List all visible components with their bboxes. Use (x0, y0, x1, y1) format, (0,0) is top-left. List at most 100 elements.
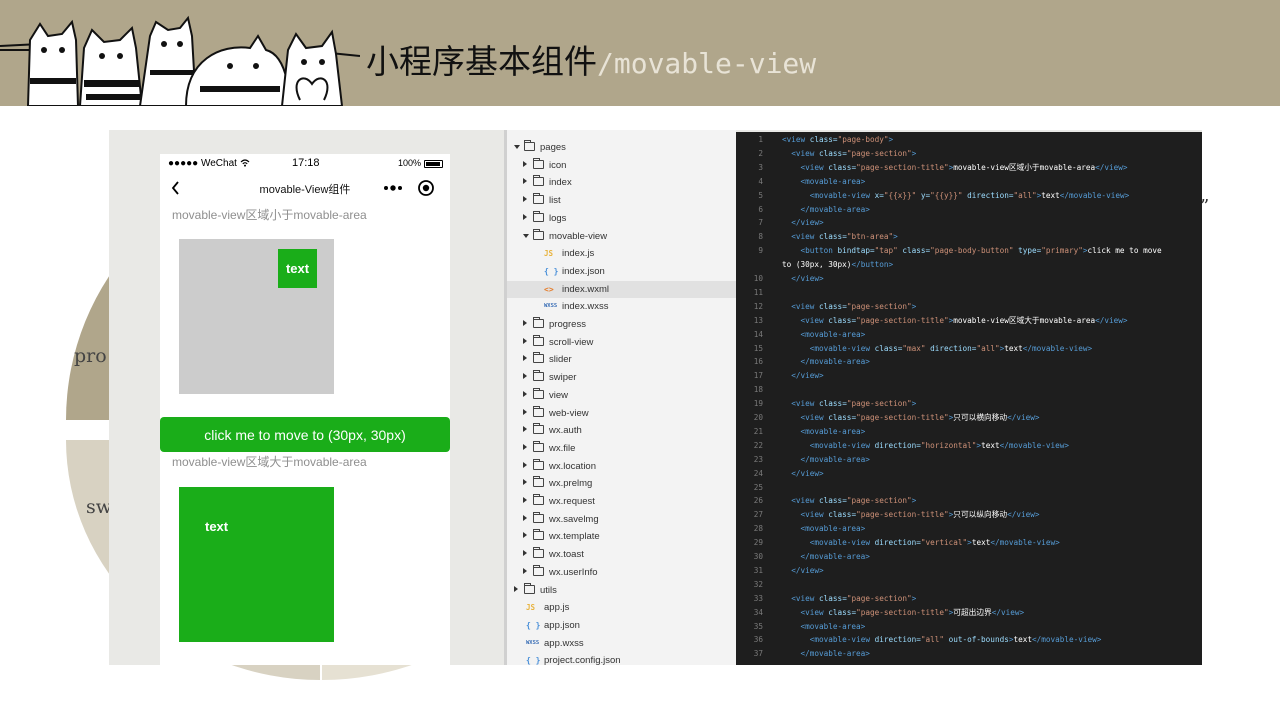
file-tree-item[interactable]: utils (507, 582, 736, 599)
chevron-right-icon[interactable] (523, 390, 527, 397)
code-token: text (981, 440, 1000, 450)
chevron-right-icon[interactable] (523, 443, 527, 450)
code-line: 24 </view> (736, 467, 1202, 481)
file-tree-item[interactable]: wx.location (507, 458, 736, 475)
folder-icon (533, 405, 544, 417)
chevron-right-icon[interactable] (523, 514, 527, 521)
code-token: </view> (1007, 510, 1040, 520)
code-token: class= (828, 413, 857, 422)
slide-header: 小程序基本组件/movable-view (0, 0, 1280, 106)
code-token: "page-section" (846, 496, 912, 506)
file-tree-item[interactable]: wx.file (507, 440, 736, 457)
code-line: 13 <view class="page-section-title">mova… (736, 314, 1202, 328)
chevron-right-icon[interactable] (523, 550, 527, 557)
line-number: 6 (758, 204, 763, 214)
chevron-right-icon[interactable] (523, 160, 527, 167)
code-token: </view> (791, 371, 824, 381)
code-token: out-of-bounds (948, 635, 1009, 645)
chevron-right-icon[interactable] (523, 355, 527, 362)
file-tree-item[interactable]: slider (507, 351, 736, 368)
code-line: 5 <movable-view x="{{x}}" y="{{y}}" dire… (736, 189, 1202, 203)
file-tree-item[interactable]: wx.prelmg (507, 475, 736, 492)
file-tree: pages icon index list logs movable-view JS inde… (504, 130, 736, 665)
file-tree-item[interactable]: wx.request (507, 493, 736, 510)
line-number: 26 (753, 496, 763, 506)
code-token: bindtap= (837, 246, 875, 256)
file-tree-item[interactable]: { } app.json (507, 617, 736, 634)
code-token: type= (1018, 246, 1042, 256)
file-tree-item[interactable]: <> index.wxml (507, 280, 736, 298)
code-token: > (911, 301, 917, 311)
cats-illustration (0, 15, 360, 106)
file-tree-item[interactable]: scroll-view (507, 334, 736, 351)
chevron-right-icon[interactable] (523, 320, 527, 326)
line-number: 25 (753, 482, 763, 492)
code-token: <view (791, 496, 820, 506)
file-tree-item[interactable]: wx.auth (507, 422, 736, 439)
code-text: </view> (782, 564, 823, 578)
file-tree-item[interactable]: WXSS app.wxss (507, 635, 736, 652)
chevron-right-icon[interactable] (523, 178, 527, 185)
chevron-right-icon[interactable] (523, 196, 527, 203)
chevron-right-icon[interactable] (523, 426, 527, 433)
code-token: <movable-view (809, 343, 875, 353)
file-tree-item-label: index (549, 177, 572, 189)
file-tree-item[interactable]: { } project.config.json (507, 652, 736, 665)
file-tree-item[interactable]: index (507, 174, 736, 191)
chevron-down-icon[interactable] (523, 233, 529, 238)
file-tree-item[interactable]: pages (507, 139, 736, 156)
chevron-right-icon[interactable] (523, 213, 527, 220)
chevron-down-icon[interactable] (514, 145, 520, 149)
file-tree-item[interactable]: wx.toast (507, 546, 736, 563)
more-dots-icon[interactable] (382, 181, 404, 195)
chevron-right-icon[interactable] (523, 532, 527, 539)
file-tree-item[interactable]: web-view (507, 405, 736, 422)
line-number: 4 (758, 176, 763, 186)
movable-view-small[interactable]: text (278, 249, 317, 288)
movable-area-large[interactable]: text (179, 487, 334, 642)
line-number: 30 (753, 552, 763, 561)
code-token: </movable-area> (800, 649, 870, 659)
file-tree-item[interactable]: JS index.js (507, 245, 736, 262)
file-tree-item[interactable]: { } index.json (507, 263, 736, 280)
chevron-right-icon[interactable] (523, 567, 527, 574)
code-text: <movable-area> (782, 522, 866, 536)
move-to-button[interactable]: click me to move to (30px, 30px) (160, 417, 450, 452)
file-tree-item[interactable]: WXSS index.wxss (507, 298, 736, 315)
code-token: </movable-view> (999, 440, 1070, 450)
code-token: "primary" (1041, 246, 1083, 256)
chevron-right-icon[interactable] (523, 497, 527, 503)
code-token: "all" (920, 635, 949, 645)
chevron-right-icon[interactable] (523, 479, 527, 486)
file-tree-item-label: scroll-view (549, 336, 594, 348)
wifi-icon (240, 159, 250, 167)
file-tree-item[interactable]: movable-view (507, 228, 736, 245)
folder-icon (533, 370, 544, 382)
file-tree-item[interactable]: list (507, 192, 736, 209)
record-icon[interactable] (416, 178, 436, 198)
file-tree-item[interactable]: JS app.js (507, 599, 736, 616)
chevron-right-icon[interactable] (514, 585, 518, 592)
chevron-right-icon[interactable] (523, 408, 527, 415)
code-token: "page-section-title" (856, 162, 949, 172)
code-text: </view> (782, 467, 823, 481)
file-tree-item[interactable]: swiper (507, 369, 736, 386)
file-tree-item[interactable]: icon (507, 157, 736, 174)
file-tree-item[interactable]: wx.template (507, 528, 736, 545)
file-tree-item[interactable]: logs (507, 210, 736, 227)
chevron-right-icon[interactable] (523, 337, 527, 344)
code-editor[interactable]: 1 <view class="page-body"> 2 <view class="… (736, 132, 1202, 665)
folder-icon (533, 193, 544, 205)
file-tree-item[interactable]: view (507, 387, 736, 404)
code-line: 10 </view> (736, 272, 1202, 286)
nav-bar: movable-View组件 (160, 174, 450, 202)
file-tree-item[interactable]: progress (507, 316, 736, 333)
file-tree-item[interactable]: wx.savelmg (507, 511, 736, 528)
chevron-right-icon[interactable] (523, 461, 527, 468)
code-text: <view class="page-section"> (782, 300, 916, 314)
chevron-right-icon[interactable] (523, 373, 527, 380)
file-tree-item[interactable]: wx.userInfo (507, 564, 736, 581)
